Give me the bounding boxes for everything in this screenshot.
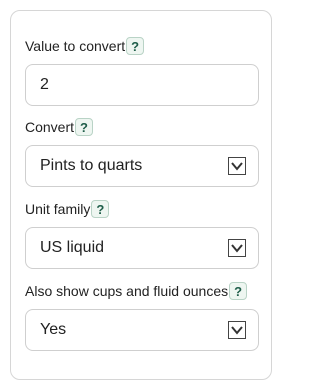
value-input-text: 2 (40, 76, 49, 93)
show-cups-label: Also show cups and fluid ounces (25, 283, 229, 299)
value-input[interactable]: 2 (25, 64, 259, 106)
value-label: Value to convert (25, 38, 126, 54)
unit-family-label: Unit family (25, 201, 91, 217)
unit-family-select-value: US liquid (40, 239, 105, 256)
converter-panel: Value to convert ? 2 Convert ? Pints to … (10, 10, 272, 380)
show-cups-select-value: Yes (40, 321, 67, 338)
help-icon[interactable]: ? (91, 200, 110, 218)
value-label-row: Value to convert ? (25, 37, 145, 55)
chevron-down-icon[interactable] (228, 239, 246, 257)
help-icon[interactable]: ? (75, 118, 94, 136)
convert-select[interactable]: Pints to quarts (25, 145, 259, 187)
help-icon[interactable]: ? (229, 282, 248, 300)
show-cups-select[interactable]: Yes (25, 309, 259, 351)
unit-family-label-row: Unit family ? (25, 200, 110, 218)
unit-family-select[interactable]: US liquid (25, 227, 259, 269)
chevron-down-icon[interactable] (228, 157, 246, 175)
convert-label-row: Convert ? (25, 118, 94, 136)
help-icon[interactable]: ? (126, 37, 145, 55)
chevron-down-icon[interactable] (228, 321, 246, 339)
convert-label: Convert (25, 119, 75, 135)
show-cups-label-row: Also show cups and fluid ounces ? (25, 282, 248, 300)
convert-select-value: Pints to quarts (40, 157, 143, 174)
